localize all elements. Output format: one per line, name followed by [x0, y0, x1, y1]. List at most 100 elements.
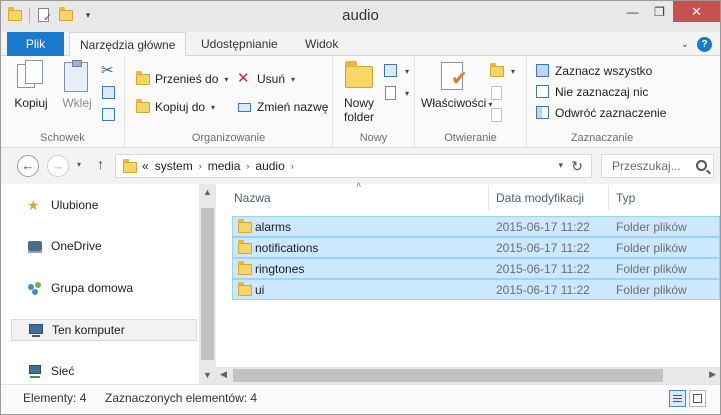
- title-bar[interactable]: ✓ ▾ audio — ❐ ✕: [1, 1, 720, 32]
- select-all-button[interactable]: Zaznacz wszystko: [535, 62, 652, 80]
- edit-icon: [489, 85, 505, 101]
- scrollbar-thumb[interactable]: [201, 208, 214, 360]
- details-view-button[interactable]: [669, 390, 686, 407]
- refresh-icon[interactable]: ↻: [571, 158, 583, 175]
- chevron-right-icon[interactable]: ›: [199, 161, 202, 171]
- column-header-type[interactable]: Typ: [616, 184, 635, 212]
- file-list-scrollbar[interactable]: ◀ ▶: [216, 367, 720, 384]
- invert-selection-button[interactable]: Odwróć zaznaczenie: [535, 104, 666, 122]
- file-type: Folder plików: [616, 261, 687, 276]
- minimize-button[interactable]: —: [619, 1, 646, 22]
- sort-ascending-icon: ˄: [356, 180, 362, 190]
- file-type: Folder plików: [616, 282, 687, 297]
- scrollbar-thumb[interactable]: [233, 369, 663, 382]
- group-select: Zaznacz wszystko Nie zaznaczaj nic Odwró…: [527, 56, 677, 148]
- group-label-new: Nowy: [359, 132, 388, 144]
- file-row[interactable]: ringtones 2015-06-17 11:22 Folder plików: [232, 258, 720, 279]
- network-icon: [27, 363, 43, 379]
- paste-button[interactable]: Wklej: [59, 60, 95, 110]
- chevron-right-icon[interactable]: ›: [291, 161, 294, 171]
- scroll-right-icon[interactable]: ▶: [709, 369, 716, 380]
- tab-share[interactable]: Udostępnianie: [191, 32, 288, 56]
- delete-button[interactable]: ✕ Usuń ▾: [237, 70, 295, 88]
- new-folder-icon: [343, 60, 375, 92]
- delete-icon: ✕: [237, 70, 250, 87]
- window-controls: — ❐ ✕: [619, 1, 720, 22]
- file-date: 2015-06-17 11:22: [496, 240, 590, 255]
- help-icon[interactable]: ?: [697, 37, 712, 52]
- rename-button[interactable]: Zmień nazwę: [237, 98, 328, 116]
- tab-view[interactable]: Widok: [295, 32, 348, 56]
- file-row[interactable]: notifications 2015-06-17 11:22 Folder pl…: [232, 237, 720, 258]
- breadcrumb-overflow[interactable]: «: [142, 159, 149, 173]
- edit-button[interactable]: [489, 84, 505, 102]
- new-folder-button[interactable]: Nowy folder: [341, 60, 377, 124]
- nav-pane-scrollbar[interactable]: ▲ ▼: [199, 184, 216, 384]
- folder-icon: [237, 219, 253, 235]
- navigation-bar: ← → ▾ ↑ « system › media › audio › ▾ ↻ Prze…: [1, 148, 720, 184]
- up-button[interactable]: ↑: [97, 156, 104, 172]
- properties-check-icon: ✔: [437, 60, 469, 92]
- nav-item-favorites[interactable]: ★ Ulubione: [11, 194, 197, 216]
- selected-count: Zaznaczonych elementów: 4: [105, 391, 258, 405]
- file-type: Folder plików: [616, 219, 687, 234]
- nav-item-this-pc[interactable]: Ten komputer: [11, 319, 197, 341]
- scissors-icon: ✂: [101, 62, 114, 79]
- group-organize: Przenieś do ▾ Kopiuj do ▾ ✕ Usuń ▾ Zmień na…: [125, 56, 333, 148]
- tab-file[interactable]: Plik: [7, 32, 64, 56]
- scroll-up-icon[interactable]: ▲: [199, 187, 216, 197]
- scroll-left-icon[interactable]: ◀: [220, 369, 227, 380]
- nav-item-onedrive[interactable]: OneDrive: [11, 235, 197, 257]
- expand-ribbon-icon[interactable]: ⌄: [681, 39, 689, 50]
- breadcrumb-audio[interactable]: audio: [255, 159, 284, 173]
- copy-button[interactable]: Kopiuj: [13, 60, 49, 110]
- select-all-icon: [535, 63, 551, 79]
- select-none-icon: [535, 84, 551, 100]
- open-button[interactable]: ▾: [489, 62, 515, 80]
- paste-shortcut-button[interactable]: [101, 106, 117, 124]
- history-button[interactable]: [489, 106, 505, 124]
- group-label-organize: Organizowanie: [191, 132, 266, 144]
- file-name: ui: [255, 282, 265, 297]
- column-header-date[interactable]: Data modyfikacji: [496, 184, 584, 212]
- address-bar[interactable]: « system › media › audio › ▾ ↻: [115, 154, 592, 178]
- column-header-name[interactable]: Nazwa: [234, 184, 271, 212]
- group-label-open: Otwieranie: [444, 132, 497, 144]
- breadcrumb-media[interactable]: media: [208, 159, 241, 173]
- properties-button[interactable]: ✔ Właściwości ▾: [421, 60, 492, 112]
- select-none-button[interactable]: Nie zaznaczaj nic: [535, 83, 648, 101]
- file-date: 2015-06-17 11:22: [496, 219, 590, 234]
- file-row[interactable]: alarms 2015-06-17 11:22 Folder plików: [232, 216, 720, 237]
- large-icons-view-button[interactable]: [689, 390, 706, 407]
- homegroup-icon: [27, 280, 43, 296]
- cut-button[interactable]: ✂: [101, 62, 117, 80]
- breadcrumb-system[interactable]: system: [155, 159, 193, 173]
- new-item-button[interactable]: ▾: [383, 62, 409, 80]
- easy-access-button[interactable]: ▾: [383, 84, 409, 102]
- tab-home[interactable]: Narzędzia główne: [69, 32, 187, 57]
- file-type: Folder plików: [616, 240, 687, 255]
- search-icon: [696, 160, 707, 171]
- search-input[interactable]: Przeszukaj...: [601, 154, 714, 178]
- file-name: alarms: [255, 219, 292, 234]
- nav-item-network[interactable]: Sieć: [11, 360, 197, 382]
- nav-item-homegroup[interactable]: Grupa domowa: [11, 277, 197, 299]
- forward-button[interactable]: →: [47, 155, 69, 177]
- chevron-right-icon[interactable]: ›: [246, 161, 249, 171]
- back-button[interactable]: ←: [17, 155, 39, 177]
- copy-path-button[interactable]: [101, 84, 117, 102]
- file-name: notifications: [255, 240, 319, 255]
- file-row[interactable]: ui 2015-06-17 11:22 Folder plików: [232, 279, 720, 300]
- computer-icon: [28, 322, 44, 338]
- close-button[interactable]: ✕: [673, 1, 720, 22]
- history-icon: [489, 107, 505, 123]
- address-history-icon[interactable]: ▾: [558, 160, 563, 171]
- scroll-down-icon[interactable]: ▼: [199, 370, 216, 380]
- file-date: 2015-06-17 11:22: [496, 261, 590, 276]
- file-date: 2015-06-17 11:22: [496, 282, 590, 297]
- maximize-button[interactable]: ❐: [646, 1, 673, 22]
- move-to-button[interactable]: Przenieś do ▾: [135, 70, 228, 88]
- item-count: Elementy: 4: [23, 391, 87, 405]
- recent-locations-icon[interactable]: ▾: [77, 160, 81, 169]
- copy-to-button[interactable]: Kopiuj do ▾: [135, 98, 215, 116]
